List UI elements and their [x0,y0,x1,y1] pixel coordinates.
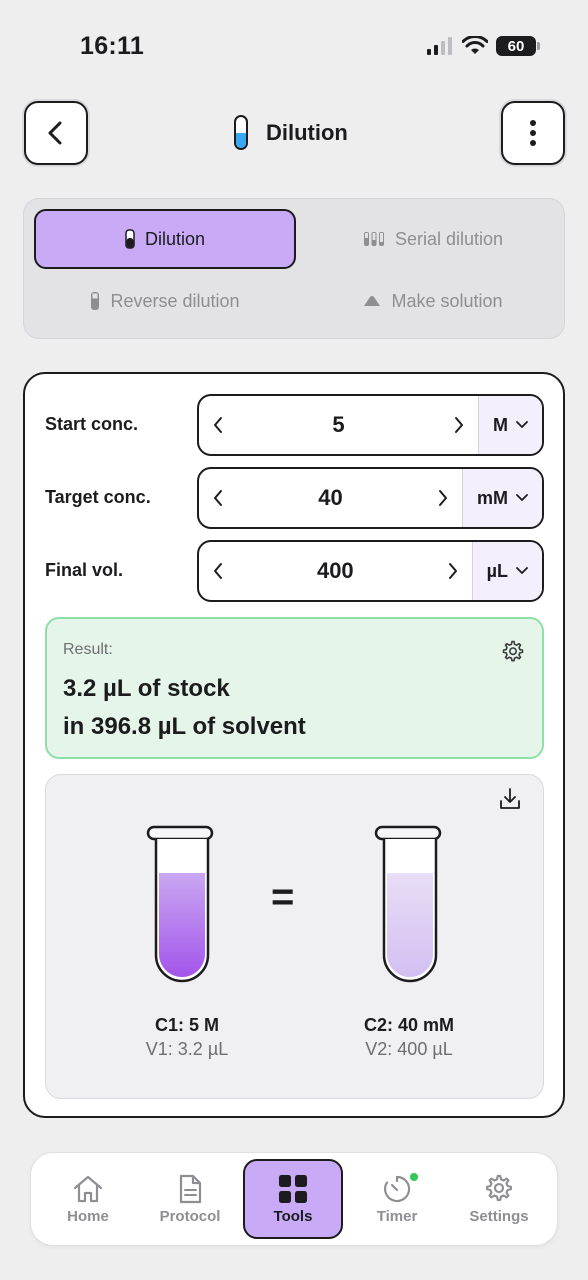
start-concentration-value: 5 [332,412,345,437]
tube-rack-icon [363,232,384,246]
test-tube-icon [125,229,135,249]
tab-dilution[interactable]: Dilution [34,209,296,269]
mode-selector: Dilution Serial dilution Reverse dilutio… [23,198,565,339]
start-concentration-stepper: 5 M [197,394,544,456]
final-unit-value: µL [486,560,508,581]
tab-serial-dilution[interactable]: Serial dilution [302,209,564,269]
final-volume-row: Final vol. 400 µL [25,540,563,602]
final-volume-label: Final vol. [45,560,124,580]
document-icon [179,1174,202,1203]
chevron-left-icon [214,417,222,433]
result-settings-button[interactable] [500,639,524,668]
tab-dilution-label: Dilution [144,228,206,249]
final-unit-select[interactable]: µL [471,542,542,600]
chevron-down-icon [516,567,528,574]
result-label: Result: [63,641,113,658]
nav-timer[interactable]: Timer [347,1159,447,1239]
start-unit-select[interactable]: M [478,396,542,454]
more-vertical-icon [530,120,536,146]
chevron-right-icon [439,490,447,506]
chevron-right-icon [455,417,463,433]
chevron-down-icon [516,421,528,428]
tab-reverse-dilution-label: Reverse dilution [110,290,240,311]
result-stock-line: 3.2 µL of stock [63,675,230,702]
v1-label: V1: 3.2 µL [145,1039,229,1059]
download-icon [500,788,520,809]
header: Dilution [24,101,565,165]
pile-icon [364,296,381,306]
nav-timer-label: Timer [376,1207,418,1225]
start-decrement-button[interactable] [201,396,235,454]
c2-label: C2: 40 mM [363,1015,455,1035]
start-concentration-label: Start conc. [45,414,139,434]
target-concentration-stepper: 40 mM [197,467,544,529]
nav-home[interactable]: Home [38,1159,138,1239]
target-concentration-row: Target conc. 40 mM [25,467,563,529]
target-unit-value: mM [477,487,508,508]
battery-icon: 60 [496,36,540,56]
nav-tools[interactable]: Tools [243,1159,343,1239]
chevron-left-icon [48,121,62,145]
result-solvent-line: in 396.8 µL of solvent [63,713,306,740]
target-concentration-label: Target conc. [45,487,151,507]
final-increment-button[interactable] [436,542,470,600]
gear-icon [486,1174,512,1201]
chevron-left-icon [214,563,222,579]
back-button[interactable] [24,101,88,165]
tab-serial-dilution-label: Serial dilution [394,228,504,249]
nav-protocol[interactable]: Protocol [140,1159,240,1239]
signal-icon [427,37,452,55]
v2-label: V2: 400 µL [365,1039,453,1059]
tab-make-solution[interactable]: Make solution [302,271,564,331]
tab-reverse-dilution[interactable]: Reverse dilution [34,271,296,331]
dilution-visual: = C1: 5 M V1: 3.2 µL C2: 40 mM V2: 400 µ… [45,774,544,1099]
start-unit-value: M [493,414,508,435]
stock-tube-illustration [146,825,214,983]
wifi-icon [462,36,488,54]
target-concentration-value: 40 [318,485,343,510]
bottom-navigation: Home Protocol Tools Timer Settings [31,1153,557,1245]
diluted-tube-illustration [374,825,442,983]
target-concentration-field[interactable]: 40 [199,469,462,527]
start-increment-button[interactable] [442,396,476,454]
timer-active-indicator [410,1173,418,1181]
nav-settings[interactable]: Settings [449,1159,549,1239]
start-concentration-field[interactable]: 5 [199,396,478,454]
timer-icon [384,1175,411,1202]
chevron-left-icon [214,490,222,506]
header-title-group: Dilution [232,115,348,151]
download-button[interactable] [499,787,521,816]
equals-sign: = [271,875,295,919]
nav-tools-label: Tools [273,1207,313,1225]
status-time: 16:11 [80,32,145,60]
nav-settings-label: Settings [469,1207,529,1225]
target-increment-button[interactable] [426,469,460,527]
stock-caption: C1: 5 M V1: 3.2 µL [97,1013,277,1061]
status-icons: 60 [426,36,540,56]
calculator-card: Start conc. 5 M Target conc. 40 mM Final… [23,372,565,1118]
diluted-caption: C2: 40 mM V2: 400 µL [319,1013,499,1061]
target-decrement-button[interactable] [201,469,235,527]
page-title: Dilution [266,120,348,145]
tab-make-solution-label: Make solution [391,290,503,311]
test-tube-icon [91,292,100,310]
more-options-button[interactable] [501,101,565,165]
start-concentration-row: Start conc. 5 M [25,394,563,456]
final-volume-value: 400 [316,558,354,583]
nav-protocol-label: Protocol [159,1207,221,1225]
c1-label: C1: 5 M [154,1015,219,1035]
final-decrement-button[interactable] [201,542,235,600]
chevron-right-icon [448,563,457,579]
test-tube-icon [234,115,248,150]
home-icon [73,1175,103,1202]
status-bar: 16:11 60 [0,0,588,96]
target-unit-select[interactable]: mM [462,469,542,527]
result-box: Result: 3.2 µL of stock in 396.8 µL of s… [45,617,544,759]
chevron-down-icon [516,494,528,501]
nav-home-label: Home [67,1207,109,1225]
final-volume-stepper: 400 µL [197,540,544,602]
gear-icon [502,640,524,662]
grid-icon [279,1174,307,1203]
final-volume-field[interactable]: 400 [199,542,472,600]
